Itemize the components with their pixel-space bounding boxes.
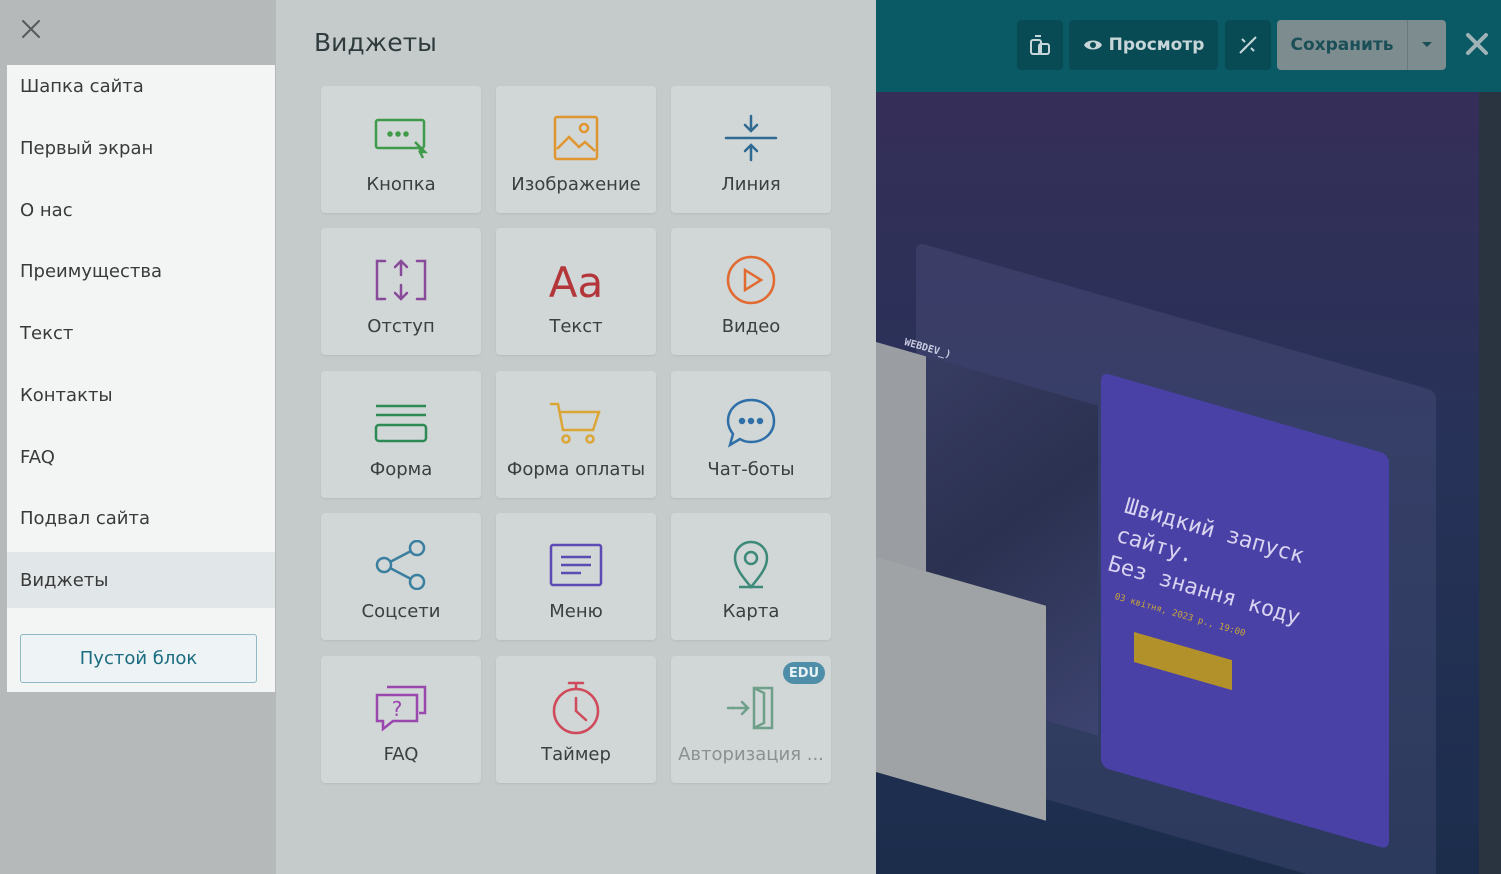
login-icon <box>721 678 781 738</box>
section-item-text[interactable]: Текст <box>7 305 275 361</box>
editor-preview: Просмотр Сохранить WEBDEV_) Швидкий запу… <box>876 0 1501 874</box>
widget-image[interactable]: Изображение <box>496 86 656 213</box>
design-tools-button[interactable] <box>1225 20 1271 70</box>
widget-label: Форма <box>369 459 433 480</box>
versions-icon <box>1030 35 1050 55</box>
widget-label: Отступ <box>367 316 435 337</box>
widget-label: Авторизация ... <box>678 744 824 765</box>
save-options-button[interactable] <box>1407 20 1446 70</box>
widget-faq[interactable]: ? FAQ <box>321 656 481 783</box>
line-icon <box>721 108 781 168</box>
widget-spacing[interactable]: Отступ <box>321 228 481 355</box>
widget-social[interactable]: Соцсети <box>321 513 481 640</box>
svg-text:Aa: Aa <box>549 258 603 303</box>
widget-preview-panel <box>876 342 926 577</box>
section-item-widgets[interactable]: Виджеты <box>7 552 275 608</box>
sections-list: Шапка сайта Первый экран О нас Преимущес… <box>7 65 275 692</box>
widget-label: FAQ <box>383 744 419 765</box>
video-play-icon <box>721 250 781 310</box>
magic-wand-icon <box>1239 36 1257 54</box>
canvas-scrollbar[interactable] <box>1479 92 1501 874</box>
widget-authorization[interactable]: EDU Авторизация ... <box>671 656 831 783</box>
widget-form[interactable]: Форма <box>321 371 481 498</box>
section-item-first-screen[interactable]: Первый экран <box>7 120 275 176</box>
save-button[interactable]: Сохранить <box>1277 20 1407 70</box>
section-item-label: Подвал сайта <box>20 507 150 529</box>
section-item-header[interactable]: Шапка сайта <box>7 58 275 114</box>
share-icon <box>371 535 431 595</box>
widget-line[interactable]: Линия <box>671 86 831 213</box>
widget-chatbots[interactable]: Чат-боты <box>671 371 831 498</box>
widget-label: Текст <box>549 316 603 337</box>
svg-text:?: ? <box>392 697 403 721</box>
cart-icon <box>546 393 606 453</box>
section-item-about[interactable]: О нас <box>7 182 275 238</box>
save-label: Сохранить <box>1290 35 1394 55</box>
section-item-label: Текст <box>20 322 74 344</box>
close-editor-button[interactable] <box>1461 26 1493 62</box>
widget-button[interactable]: Кнопка <box>321 86 481 213</box>
empty-block-button[interactable]: Пустой блок <box>20 634 257 683</box>
section-item-label: Преимущества <box>20 260 163 282</box>
text-aa-icon: Aa <box>546 250 606 310</box>
section-item-label: Виджеты <box>20 569 109 591</box>
eye-icon <box>1083 40 1102 50</box>
close-sidebar-button[interactable] <box>16 14 46 44</box>
widgets-title: Виджеты <box>314 28 437 57</box>
editor-toolbar: Просмотр Сохранить <box>876 0 1501 92</box>
preview-label: Просмотр <box>1108 35 1205 55</box>
edu-badge: EDU <box>783 662 825 684</box>
widget-video[interactable]: Видео <box>671 228 831 355</box>
section-item-label: О нас <box>20 199 73 221</box>
widget-timer[interactable]: Таймер <box>496 656 656 783</box>
faq-icon: ? <box>371 678 431 738</box>
image-icon <box>546 108 606 168</box>
button-cursor-icon <box>371 108 431 168</box>
widget-menu[interactable]: Меню <box>496 513 656 640</box>
widget-label: Кнопка <box>366 174 436 195</box>
form-icon <box>371 393 431 453</box>
widget-payment-form[interactable]: Форма оплаты <box>496 371 656 498</box>
chevron-down-icon <box>1422 42 1432 47</box>
widget-label: Форма оплаты <box>506 459 646 480</box>
widget-label: Карта <box>722 601 780 622</box>
section-item-advantages[interactable]: Преимущества <box>7 243 275 299</box>
preview-button[interactable]: Просмотр <box>1069 20 1218 70</box>
widget-label: Таймер <box>541 744 611 765</box>
chat-icon <box>721 393 781 453</box>
widget-label: Меню <box>549 601 603 622</box>
section-item-label: Шапка сайта <box>20 75 144 97</box>
map-pin-icon <box>721 535 781 595</box>
menu-icon <box>546 535 606 595</box>
sections-sidebar: Шапка сайта Первый экран О нас Преимущес… <box>0 0 276 874</box>
section-item-contacts[interactable]: Контакты <box>7 367 275 423</box>
widget-text[interactable]: Aa Текст <box>496 228 656 355</box>
widget-label: Видео <box>721 316 781 337</box>
page-canvas[interactable]: WEBDEV_) Швидкий запуск сайту. Без знанн… <box>876 92 1479 874</box>
widgets-panel: Виджеты Кнопка Изображение Линия Отступ … <box>276 0 876 874</box>
timer-icon <box>546 678 606 738</box>
widget-label: Линия <box>721 174 781 195</box>
close-icon <box>22 20 40 38</box>
section-item-label: FAQ <box>20 446 55 468</box>
close-icon <box>1466 33 1488 55</box>
spacing-icon <box>371 250 431 310</box>
versions-button[interactable] <box>1017 20 1063 70</box>
widget-map[interactable]: Карта <box>671 513 831 640</box>
section-item-label: Первый экран <box>20 137 154 159</box>
widget-label: Чат-боты <box>707 459 795 480</box>
section-item-label: Контакты <box>20 384 113 406</box>
widget-label: Соцсети <box>361 601 441 622</box>
widget-label: Изображение <box>511 174 641 195</box>
section-item-footer[interactable]: Подвал сайта <box>7 490 275 546</box>
section-item-faq[interactable]: FAQ <box>7 429 275 485</box>
